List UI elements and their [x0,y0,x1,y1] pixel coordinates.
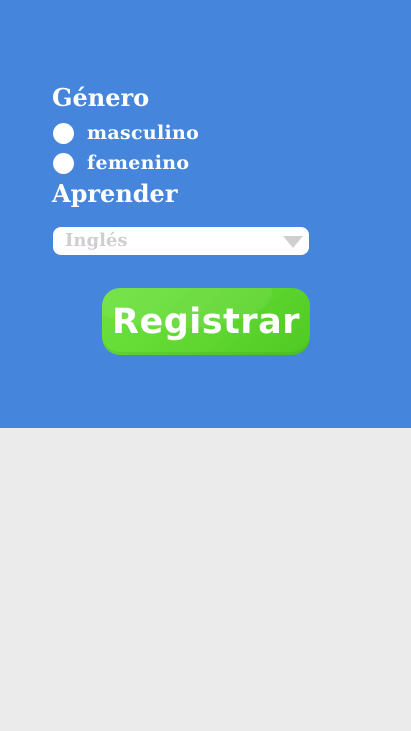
gender-label: Género [52,83,150,112]
registration-panel: Género masculino femenino Aprender Inglé… [0,0,411,428]
radio-button-masculino[interactable] [53,122,74,144]
learn-label: Aprender [52,179,178,208]
language-select[interactable]: Inglés [53,227,309,255]
gender-option-label: masculino [87,122,200,144]
language-select-value: Inglés [65,230,128,251]
gender-option-label: femenino [87,152,190,174]
triangle-down-icon [283,236,303,248]
radio-button-femenino[interactable] [53,152,74,174]
gender-option-femenino[interactable]: femenino [53,150,189,176]
register-button[interactable]: Registrar [102,288,310,355]
gender-option-masculino[interactable]: masculino [53,120,199,146]
register-button-label: Registrar [112,301,300,342]
